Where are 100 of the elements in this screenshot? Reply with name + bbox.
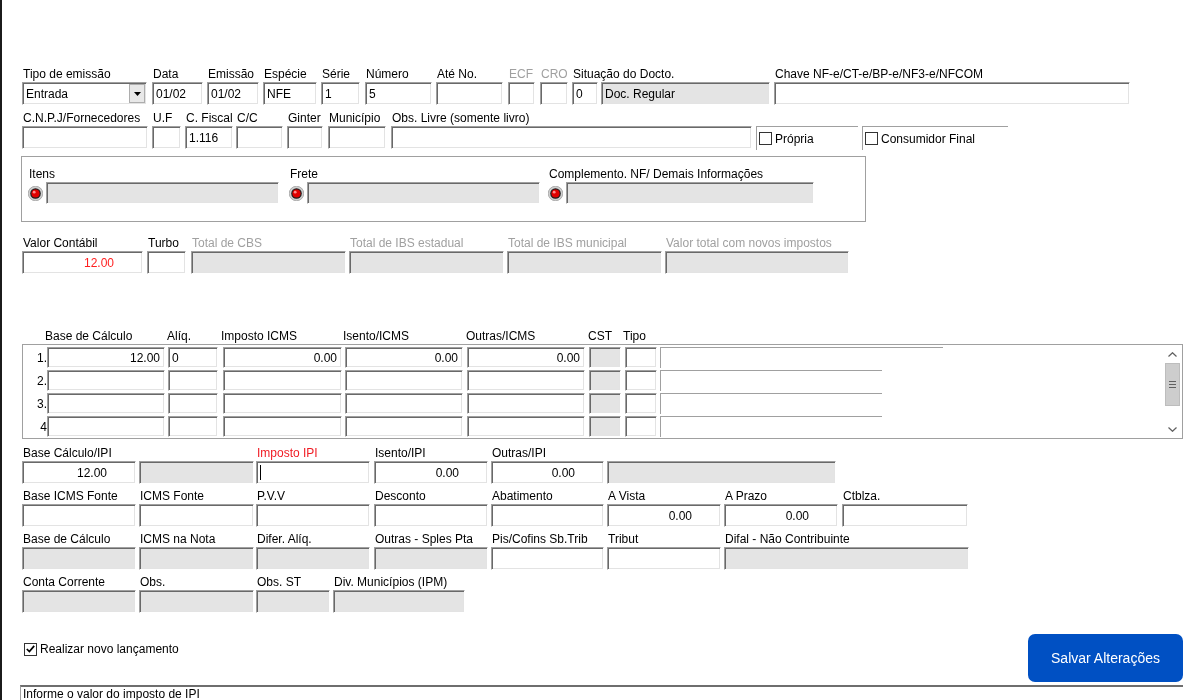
cell-field[interactable]: [223, 370, 342, 391]
cell-field[interactable]: 0: [168, 347, 218, 368]
field-label: Obs.: [139, 574, 167, 590]
cell-field[interactable]: [625, 393, 657, 414]
cell-field[interactable]: [345, 416, 463, 437]
cell-field[interactable]: [467, 416, 585, 437]
note-field[interactable]: [660, 416, 882, 437]
cell-field[interactable]: [47, 416, 165, 437]
input-field[interactable]: [22, 547, 136, 570]
field-label: Itens: [28, 166, 56, 182]
cell-field[interactable]: [223, 416, 342, 437]
input-field[interactable]: [391, 126, 752, 149]
cell-field[interactable]: [47, 370, 165, 391]
input-field[interactable]: [491, 504, 604, 527]
input-field[interactable]: NFE: [263, 82, 317, 105]
input-field[interactable]: [139, 461, 254, 484]
cell-field[interactable]: 12.00: [47, 347, 165, 368]
cell-field[interactable]: [589, 416, 621, 437]
input-field[interactable]: 1.116: [185, 126, 233, 149]
input-field[interactable]: [256, 547, 370, 570]
input-field[interactable]: [147, 251, 186, 274]
input-field[interactable]: [22, 590, 136, 613]
input-field[interactable]: [22, 504, 136, 527]
cell-field[interactable]: [345, 393, 463, 414]
cell-field[interactable]: [589, 393, 621, 414]
cell-field[interactable]: [467, 370, 585, 391]
checkbox[interactable]: [759, 132, 772, 145]
input-field[interactable]: [307, 182, 540, 204]
input-field[interactable]: 0.00: [724, 504, 838, 527]
note-field[interactable]: [660, 347, 943, 368]
cell-field[interactable]: [47, 393, 165, 414]
input-field[interactable]: [139, 590, 254, 613]
input-field[interactable]: 12.00: [22, 461, 136, 484]
input-field[interactable]: [724, 547, 969, 570]
cell-field[interactable]: [168, 370, 218, 391]
cell-field[interactable]: [625, 370, 657, 391]
column-header: Tipo: [622, 328, 647, 344]
cell-field[interactable]: [467, 393, 585, 414]
input-field[interactable]: [328, 126, 386, 149]
input-field[interactable]: [139, 547, 254, 570]
input-field[interactable]: [256, 461, 370, 484]
field-label: Obs. ST: [256, 574, 302, 590]
cell-field[interactable]: [625, 347, 657, 368]
cell-field[interactable]: 0.00: [467, 347, 585, 368]
input-field[interactable]: 0.00: [491, 461, 604, 484]
checkbox[interactable]: [24, 642, 37, 656]
note-field[interactable]: [660, 393, 882, 414]
field-label: Complemento. NF/ Demais Informações: [548, 166, 765, 182]
field-label: Ginter: [287, 110, 322, 126]
cell-field[interactable]: 0.00: [345, 347, 463, 368]
input-field[interactable]: [491, 547, 604, 570]
input-field[interactable]: [566, 182, 814, 204]
input-field[interactable]: 0.00: [607, 504, 721, 527]
input-field[interactable]: [436, 82, 503, 105]
save-button[interactable]: Salvar Alterações: [1028, 634, 1183, 682]
dropdown-button[interactable]: [129, 84, 145, 103]
input-field[interactable]: [22, 126, 148, 149]
input-field[interactable]: 0.00: [374, 461, 488, 484]
scrollbar-thumb[interactable]: [1165, 363, 1180, 406]
input-field[interactable]: [374, 504, 488, 527]
cell-field[interactable]: [168, 416, 218, 437]
row-number: 4: [40, 419, 47, 434]
field-label: Valor total com novos impostos: [665, 235, 833, 251]
input-field[interactable]: [607, 547, 721, 570]
input-field[interactable]: 01/02: [207, 82, 259, 105]
input-field[interactable]: [333, 590, 465, 613]
cell-field[interactable]: [589, 347, 621, 368]
input-field[interactable]: [46, 182, 279, 204]
field-label: U.F: [152, 110, 174, 126]
cell-field[interactable]: [168, 393, 218, 414]
input-field[interactable]: [774, 82, 1130, 105]
input-field[interactable]: [374, 547, 488, 570]
input-field[interactable]: [152, 126, 181, 149]
input-field[interactable]: [287, 126, 323, 149]
field-label: Número: [365, 66, 410, 82]
cell-field[interactable]: [589, 370, 621, 391]
cell-field[interactable]: 0.00: [223, 347, 342, 368]
input-field[interactable]: [842, 504, 968, 527]
input-field[interactable]: 1: [321, 82, 360, 105]
cell-field[interactable]: [223, 393, 342, 414]
field-label: A Vista: [607, 488, 647, 504]
input-field[interactable]: 5: [365, 82, 432, 105]
note-field[interactable]: [660, 370, 882, 391]
field-label: P.V.V: [256, 488, 287, 504]
checkbox[interactable]: [865, 132, 878, 145]
chevron-up-icon[interactable]: [1168, 352, 1177, 357]
input-field[interactable]: [256, 504, 370, 527]
input-field[interactable]: [236, 126, 283, 149]
field-label: Isento/IPI: [374, 445, 427, 461]
input-field[interactable]: Doc. Regular: [601, 82, 770, 105]
input-field[interactable]: [256, 590, 330, 613]
input-field[interactable]: 0: [572, 82, 598, 105]
cell-field[interactable]: [625, 416, 657, 437]
input-field[interactable]: [607, 461, 836, 484]
input-field[interactable]: 12.00: [22, 251, 143, 274]
input-field[interactable]: [139, 504, 254, 527]
input-field[interactable]: 01/02: [152, 82, 203, 105]
cell-field[interactable]: [345, 370, 463, 391]
chevron-down-icon[interactable]: [1168, 427, 1177, 432]
dropdown[interactable]: Entrada: [22, 82, 147, 105]
